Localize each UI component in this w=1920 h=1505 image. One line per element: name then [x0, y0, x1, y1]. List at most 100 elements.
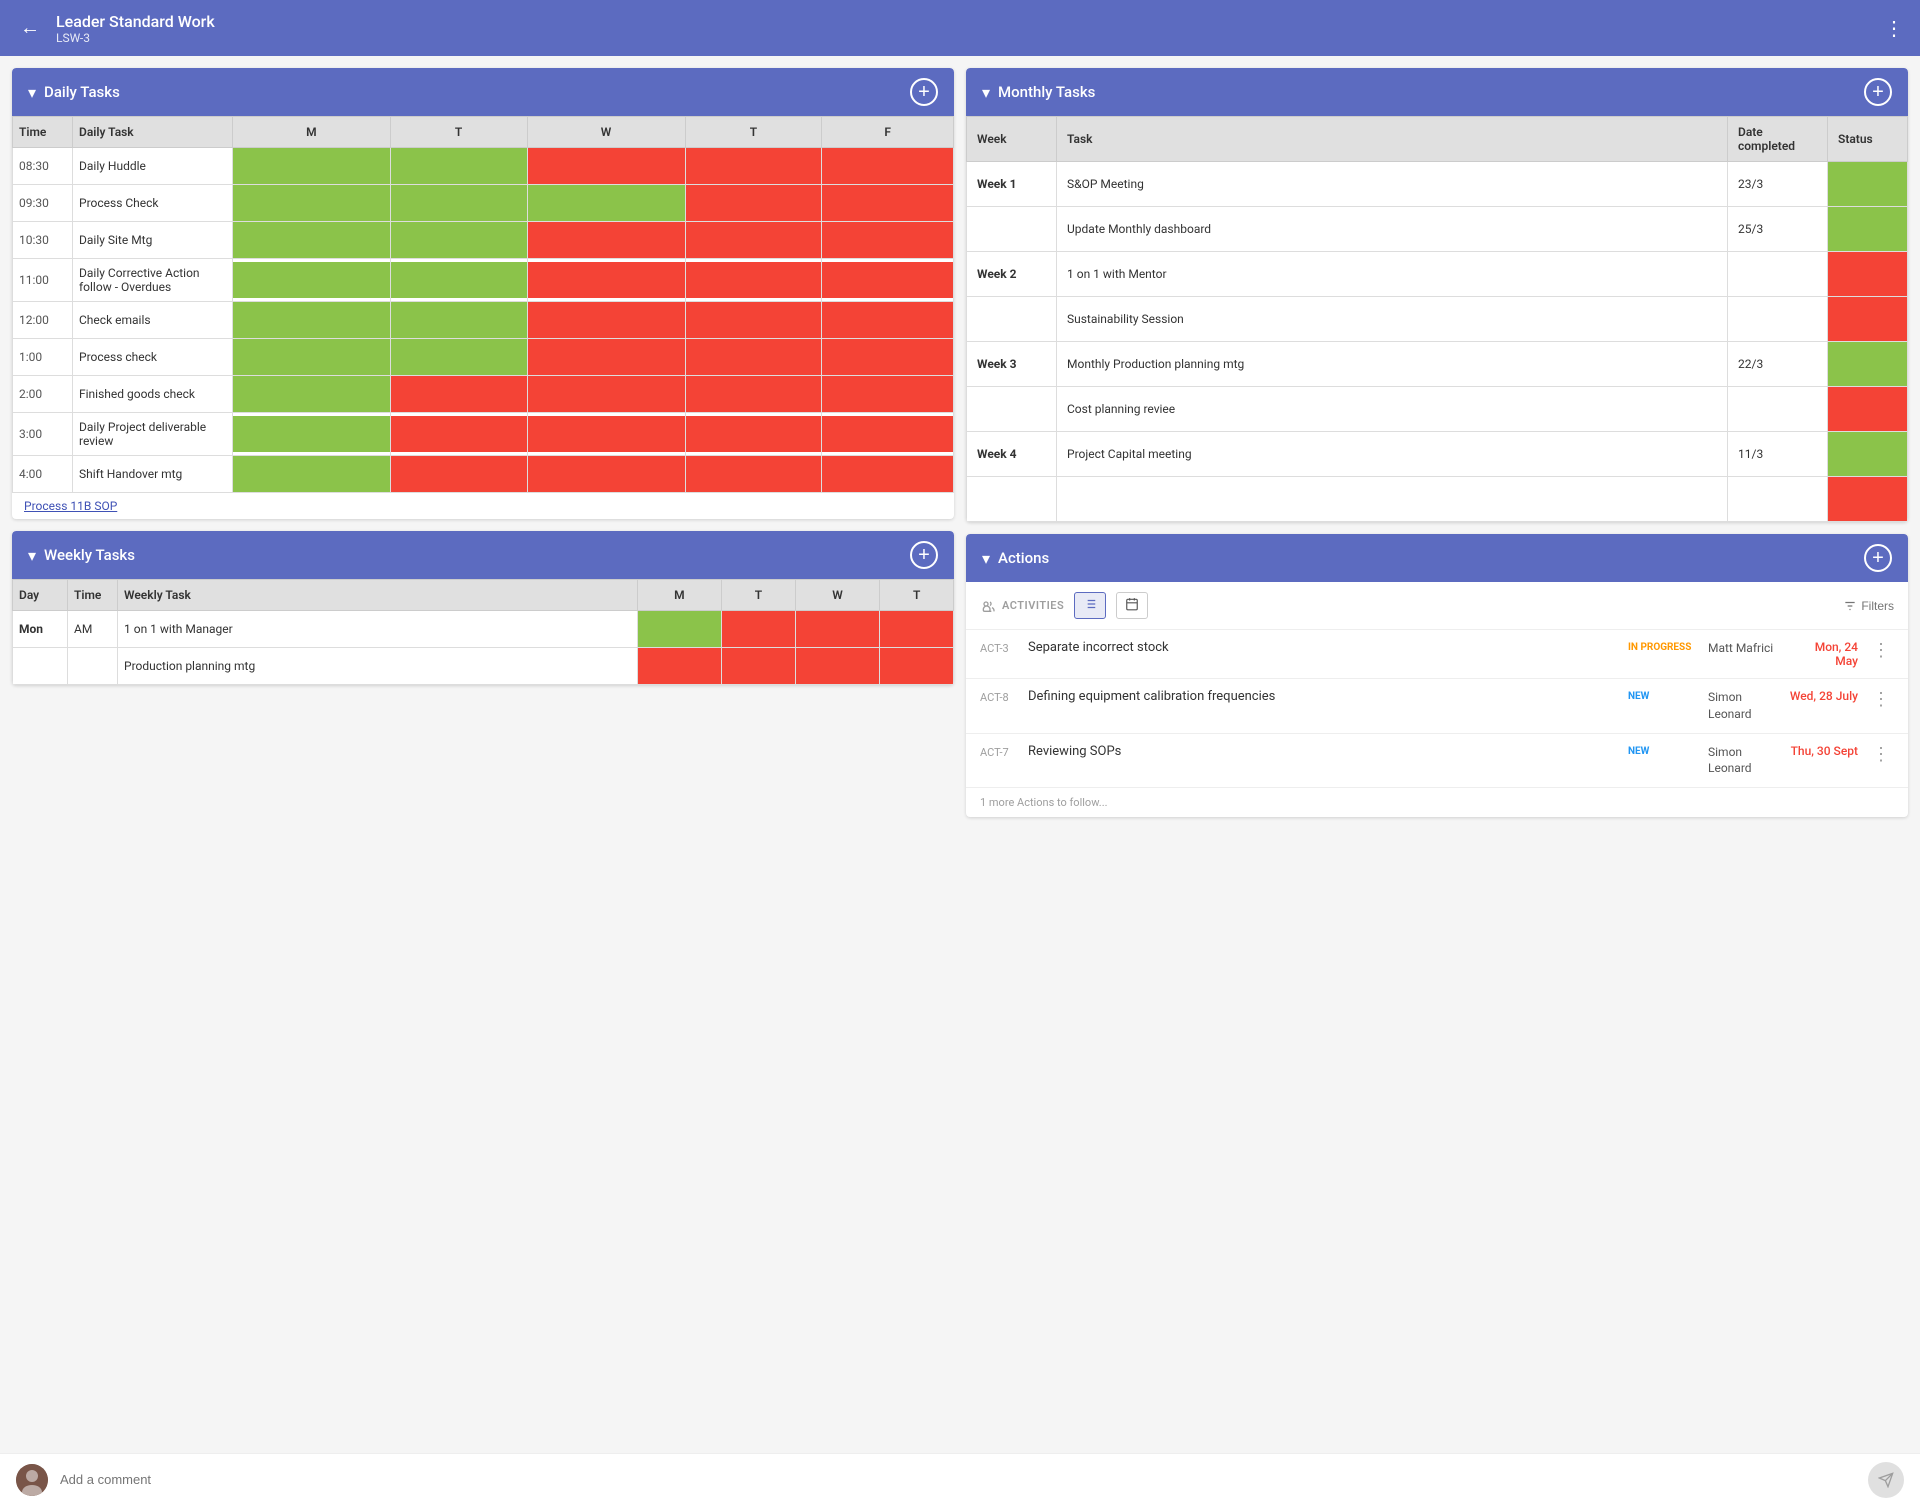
actions-chevron[interactable]: ▾ [982, 549, 990, 568]
activity-more-button[interactable]: ⋮ [1868, 640, 1894, 661]
thu-cell[interactable] [685, 302, 822, 339]
thu-cell[interactable] [685, 185, 822, 222]
wed-cell[interactable] [527, 376, 685, 413]
fri-cell[interactable] [822, 185, 954, 222]
wwed-cell[interactable] [795, 611, 880, 648]
status-cell[interactable] [1828, 162, 1908, 207]
thu-cell[interactable] [685, 456, 822, 493]
tue-cell[interactable] [390, 222, 527, 259]
page-subtitle: LSW-3 [56, 31, 215, 45]
status-cell[interactable] [1828, 207, 1908, 252]
status-cell[interactable] [1828, 477, 1908, 522]
mon-cell[interactable] [233, 456, 391, 493]
mon-cell[interactable] [233, 413, 391, 456]
wtime-cell: AM [68, 611, 118, 648]
comment-input[interactable] [60, 1472, 1856, 1487]
fri-cell[interactable] [822, 376, 954, 413]
monthly-tasks-add-button[interactable]: + [1864, 78, 1892, 106]
mon-cell[interactable] [233, 376, 391, 413]
thu-cell[interactable] [685, 339, 822, 376]
tue-cell[interactable] [390, 339, 527, 376]
week-cell [967, 387, 1057, 432]
wtue-cell[interactable] [722, 611, 795, 648]
wed-cell[interactable] [527, 413, 685, 456]
back-button[interactable]: ← [16, 13, 44, 44]
wed-cell[interactable] [527, 259, 685, 302]
mon-cell[interactable] [233, 222, 391, 259]
fri-cell[interactable] [822, 222, 954, 259]
wed-cell[interactable] [527, 148, 685, 185]
fri-cell[interactable] [822, 456, 954, 493]
list-view-button[interactable] [1074, 592, 1106, 619]
status-cell[interactable] [1828, 387, 1908, 432]
time-cell: 11:00 [13, 259, 73, 302]
daily-tasks-card: ▾ Daily Tasks + Time Daily Task M T W T … [12, 68, 954, 519]
col-th: T [685, 117, 822, 148]
send-button[interactable] [1868, 1462, 1904, 1498]
daily-tasks-add-button[interactable]: + [910, 78, 938, 106]
fri-cell[interactable] [822, 339, 954, 376]
thu-cell[interactable] [685, 148, 822, 185]
status-cell[interactable] [1828, 342, 1908, 387]
time-cell: 1:00 [13, 339, 73, 376]
status-cell[interactable] [1828, 297, 1908, 342]
actions-add-button[interactable]: + [1864, 544, 1892, 572]
activity-more-button[interactable]: ⋮ [1868, 744, 1894, 765]
activity-more-button[interactable]: ⋮ [1868, 689, 1894, 710]
activity-id: ACT-3 [980, 640, 1018, 655]
mon-cell[interactable] [233, 148, 391, 185]
day-cell [13, 648, 68, 685]
fri-cell[interactable] [822, 413, 954, 456]
weekly-tasks-chevron[interactable]: ▾ [28, 546, 36, 565]
table-row: 09:30 Process Check [13, 185, 954, 222]
wed-cell[interactable] [527, 185, 685, 222]
wmon-cell[interactable] [637, 648, 722, 685]
wed-cell[interactable] [527, 339, 685, 376]
activity-date: Thu, 30 Sept [1788, 744, 1858, 758]
wthu-cell[interactable] [880, 611, 954, 648]
calendar-view-button[interactable] [1116, 592, 1148, 619]
wed-cell[interactable] [527, 456, 685, 493]
tue-cell[interactable] [390, 185, 527, 222]
mon-cell[interactable] [233, 302, 391, 339]
wmon-cell[interactable] [637, 611, 722, 648]
tue-cell[interactable] [390, 302, 527, 339]
filters-button[interactable]: Filters [1843, 599, 1894, 613]
status-cell[interactable] [1828, 432, 1908, 477]
tue-cell[interactable] [390, 376, 527, 413]
table-row: 08:30 Daily Huddle [13, 148, 954, 185]
tue-cell[interactable] [390, 456, 527, 493]
mon-cell[interactable] [233, 339, 391, 376]
weekly-tasks-card: ▾ Weekly Tasks + Day Time Weekly Task M … [12, 531, 954, 685]
mon-cell[interactable] [233, 185, 391, 222]
fri-cell[interactable] [822, 302, 954, 339]
status-cell[interactable] [1828, 252, 1908, 297]
thu-cell[interactable] [685, 376, 822, 413]
tue-cell[interactable] [390, 148, 527, 185]
list-item[interactable]: ACT-7 Reviewing SOPs NEW SimonLeonard Th… [966, 734, 1908, 789]
more-options-button[interactable]: ⋮ [1884, 16, 1904, 41]
wed-cell[interactable] [527, 222, 685, 259]
weekly-tasks-add-button[interactable]: + [910, 541, 938, 569]
tue-cell[interactable] [390, 413, 527, 456]
header-left: ← Leader Standard Work LSW-3 [16, 12, 215, 45]
list-item[interactable]: ACT-8 Defining equipment calibration fre… [966, 679, 1908, 734]
wed-cell[interactable] [527, 302, 685, 339]
activities-bar: ACTIVITIES Filters [966, 582, 1908, 630]
wthu-cell[interactable] [880, 648, 954, 685]
tue-cell[interactable] [390, 259, 527, 302]
mon-cell[interactable] [233, 259, 391, 302]
wtue-cell[interactable] [722, 648, 795, 685]
thu-cell[interactable] [685, 259, 822, 302]
wwed-cell[interactable] [795, 648, 880, 685]
fri-cell[interactable] [822, 259, 954, 302]
fri-cell[interactable] [822, 148, 954, 185]
list-item[interactable]: ACT-3 Separate incorrect stock IN PROGRE… [966, 630, 1908, 679]
actions-label: Actions [998, 549, 1049, 567]
thu-cell[interactable] [685, 222, 822, 259]
daily-tasks-link[interactable]: Process 11B SOP [12, 493, 129, 519]
daily-tasks-chevron[interactable]: ▾ [28, 83, 36, 102]
monthly-tasks-chevron[interactable]: ▾ [982, 83, 990, 102]
thu-cell[interactable] [685, 413, 822, 456]
table-row: Week 1 S&OP Meeting 23/3 [967, 162, 1908, 207]
